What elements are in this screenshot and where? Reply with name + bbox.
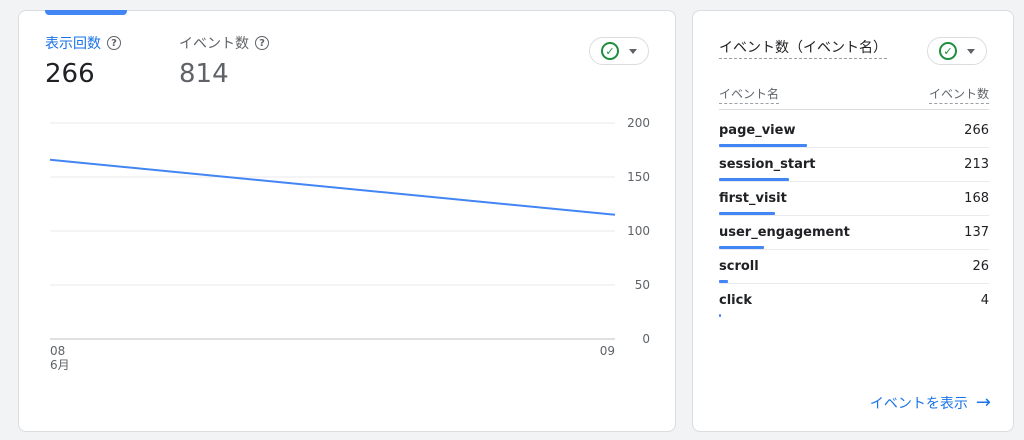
value-bar [719, 314, 721, 317]
event-count-cell: 4 [980, 293, 989, 308]
y-tick-label: 0 [642, 332, 650, 346]
y-tick-label: 200 [627, 116, 650, 130]
event-count-cell: 137 [964, 225, 989, 240]
table-row[interactable]: user_engagement 137 [719, 216, 989, 250]
event-name-cell: page_view [719, 123, 796, 138]
line-chart: 0 50 100 150 200 086月 09 [49, 116, 650, 372]
event-name-cell: user_engagement [719, 225, 850, 240]
header-divider [719, 109, 989, 110]
event-name-cell: first_visit [719, 191, 787, 206]
x-tick-sublabel: 6月 [50, 358, 70, 372]
table-row[interactable]: scroll 26 [719, 250, 989, 284]
y-tick-label: 100 [627, 224, 650, 238]
table-row[interactable]: session_start 213 [719, 148, 989, 182]
y-tick-label: 50 [635, 278, 650, 292]
series-line [49, 158, 616, 216]
event-count-cell: 168 [964, 191, 989, 206]
x-tick-label: 08 [50, 344, 65, 358]
caret-down-icon [967, 48, 975, 54]
table-row[interactable]: page_view 266 [719, 114, 989, 148]
event-count-cell: 213 [964, 157, 989, 172]
event-count-cell: 266 [964, 123, 989, 138]
card-title: イベント数（イベント名） [719, 37, 887, 59]
event-name-cell: session_start [719, 157, 816, 172]
event-name-cell: click [719, 293, 752, 308]
column-header-event-count[interactable]: イベント数 [928, 85, 989, 104]
event-name-table-card: イベント数（イベント名） ✓ イベント名 イベント数 page_view 266 s… [692, 10, 1014, 432]
event-count-cell: 26 [972, 259, 989, 274]
x-tick-label: 09 [600, 344, 615, 358]
event-name-cell: scroll [719, 259, 759, 274]
table-row[interactable]: first_visit 168 [719, 182, 989, 216]
y-tick-label: 150 [627, 170, 650, 184]
view-events-link[interactable]: イベントを表示 → [870, 393, 991, 413]
check-circle-icon: ✓ [939, 42, 957, 60]
compare-dropdown-button[interactable]: ✓ [927, 37, 987, 65]
column-header-event-name[interactable]: イベント名 [719, 85, 780, 104]
events-chart-card: 表示回数 ? 266 イベント数 ? 814 ✓ 0 50 100 150 200 08 6… [18, 10, 676, 432]
view-events-link-label: イベントを表示 [869, 396, 968, 412]
arrow-right-icon: → [975, 392, 991, 413]
table-row[interactable]: click 4 [719, 284, 989, 318]
